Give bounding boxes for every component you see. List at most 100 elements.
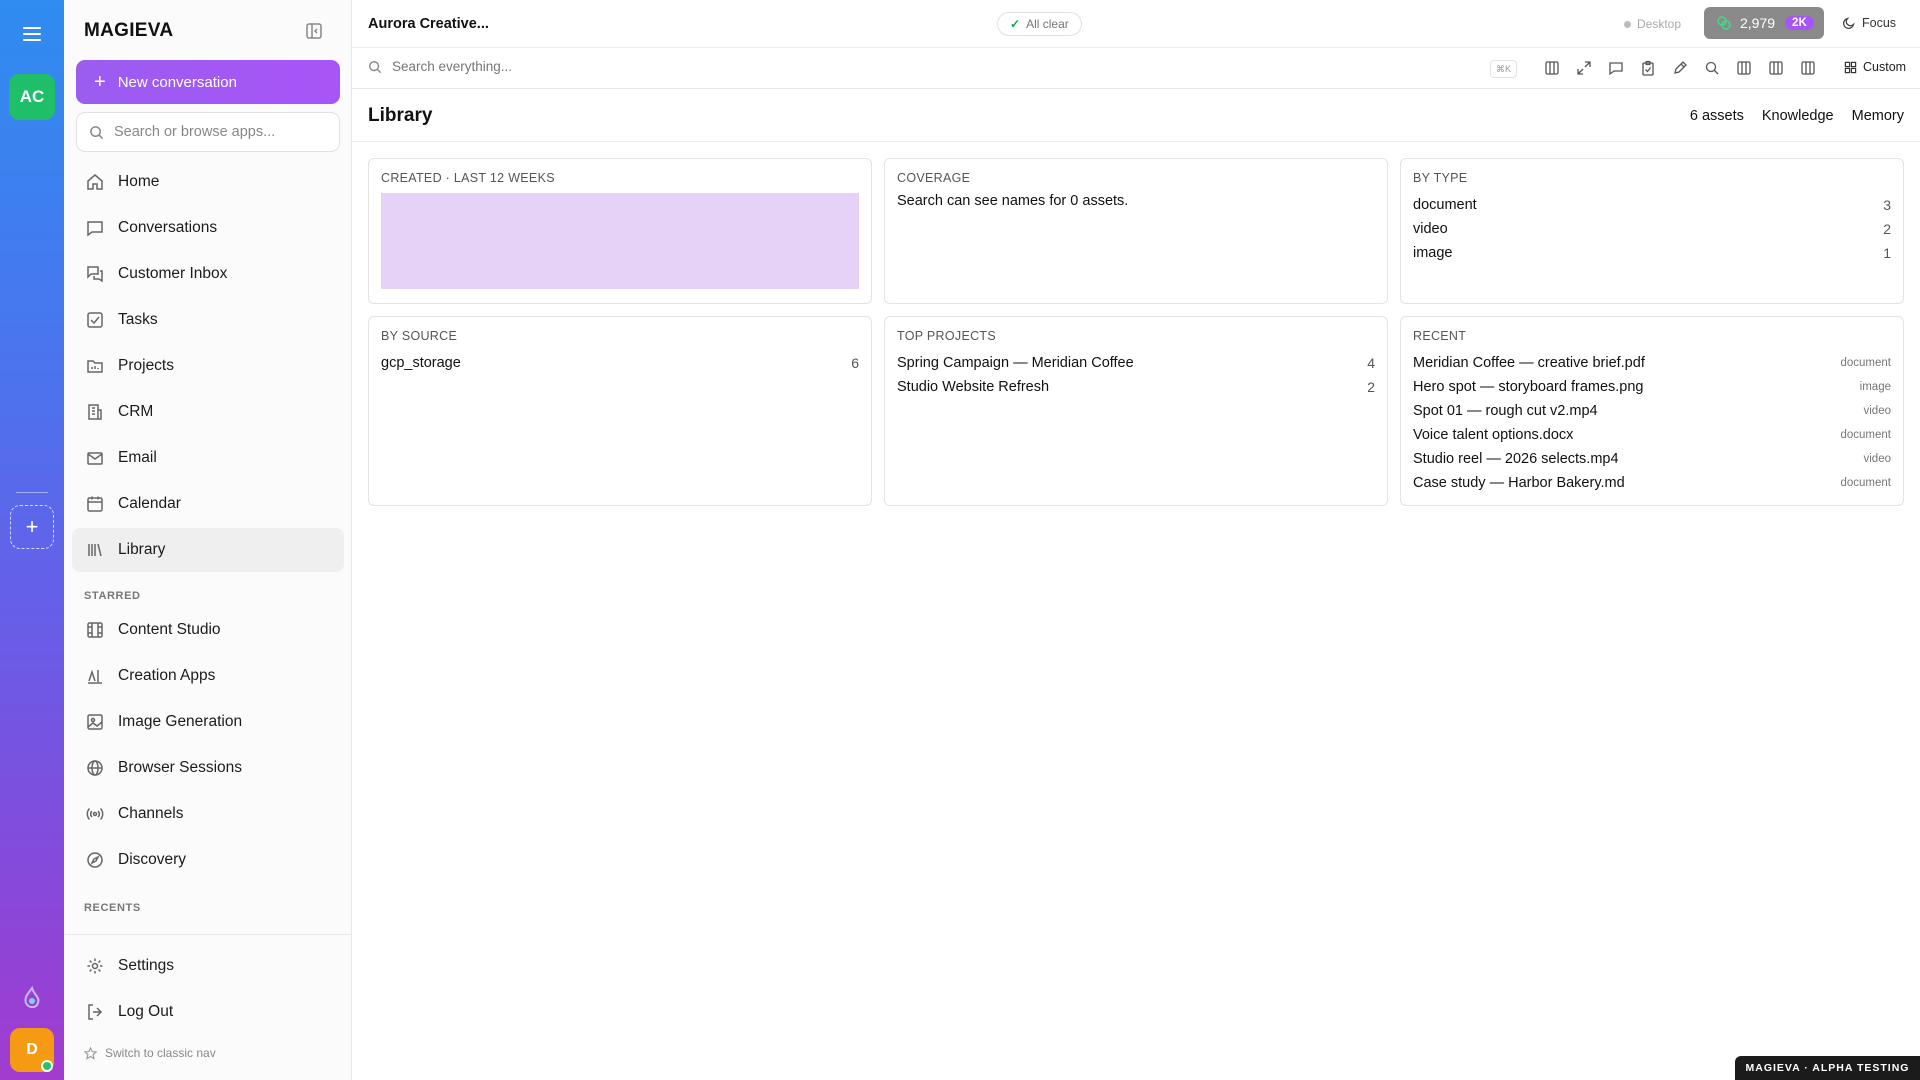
global-search-placeholder: Search everything...: [392, 59, 513, 74]
credits-button[interactable]: 2,979 2K: [1704, 7, 1824, 39]
card-title: COVERAGE: [897, 171, 971, 185]
custom-layout-button[interactable]: Custom: [1844, 60, 1906, 74]
starred-nav: Content Studio Creation Apps Image Gener…: [72, 608, 344, 884]
list-item[interactable]: Meridian Coffee — creative brief.pdf docu…: [1413, 351, 1891, 375]
sidebar-item-content-studio[interactable]: Content Studio: [72, 608, 344, 652]
search-icon: [90, 125, 104, 139]
list-item[interactable]: Studio reel — 2026 selects.mp4 video: [1413, 447, 1891, 471]
primary-nav: Home Conversations Customer Inbox Tasks …: [72, 160, 344, 574]
source-label: gcp_storage: [381, 355, 461, 371]
list-item[interactable]: image 1: [1413, 241, 1891, 265]
sidebar-bottom-divider: [64, 934, 352, 935]
toolbar: Search everything... ⌘K Custom: [352, 48, 1920, 89]
switch-classic-nav-link[interactable]: Switch to classic nav: [84, 1046, 216, 1060]
sidebar-item-settings[interactable]: Settings: [72, 944, 344, 988]
panel-center-icon[interactable]: [1768, 60, 1784, 76]
expand-icon[interactable]: [1576, 60, 1592, 76]
created-card: CREATED · LAST 12 WEEKS: [368, 158, 872, 304]
list-item[interactable]: Studio Website Refresh 2: [897, 375, 1375, 399]
sidebar-item-label: Channels: [118, 805, 184, 822]
list-item[interactable]: document 3: [1413, 193, 1891, 217]
sidebar-item-customer-inbox[interactable]: Customer Inbox: [72, 252, 344, 296]
sidebar-item-label: Calendar: [118, 495, 181, 512]
coins-icon: [1717, 16, 1731, 30]
starred-section-label: STARRED: [84, 590, 141, 602]
tab-knowledge[interactable]: Knowledge: [1762, 108, 1834, 124]
main-panel: Aurora Creative... ✓ All clear Desktop 2…: [352, 0, 1920, 1080]
panel-right-icon[interactable]: [1800, 60, 1816, 76]
sidebar-item-label: Browser Sessions: [118, 759, 243, 776]
sidebar-item-discovery[interactable]: Discovery: [72, 838, 344, 882]
workspace-avatar[interactable]: AC: [9, 74, 55, 120]
top-projects-card: TOP PROJECTS Spring Campaign — Meridian …: [884, 316, 1388, 506]
list-item[interactable]: Case study — Harbor Bakery.md document: [1413, 471, 1891, 495]
apps-icon: [88, 669, 102, 684]
toolbar-icons: [1544, 60, 1816, 76]
tab-assets[interactable]: 6 assets: [1690, 108, 1744, 124]
card-title: CREATED · LAST 12 WEEKS: [381, 171, 555, 185]
list-item[interactable]: video 2: [1413, 217, 1891, 241]
card-title: BY SOURCE: [381, 329, 458, 343]
sidebar-item-library[interactable]: Library: [72, 528, 344, 572]
sidebar-item-logout[interactable]: Log Out: [72, 990, 344, 1034]
sidebar-item-label: Customer Inbox: [118, 265, 228, 282]
library-tabs: 6 assets Knowledge Memory: [1690, 108, 1904, 124]
search-icon: [369, 60, 382, 73]
asset-name: Meridian Coffee — creative brief.pdf: [1413, 355, 1645, 371]
list-item[interactable]: Spring Campaign — Meridian Coffee 4: [897, 351, 1375, 375]
columns-icon[interactable]: [1544, 60, 1560, 76]
clipboard-check-icon[interactable]: [1640, 60, 1656, 76]
list-item[interactable]: Hero spot — storyboard frames.png image: [1413, 375, 1891, 399]
moon-icon: [1842, 17, 1855, 30]
sidebar-item-browser-sessions[interactable]: Browser Sessions: [72, 746, 344, 790]
type-label: video: [1413, 221, 1448, 237]
sidebar-item-tasks[interactable]: Tasks: [72, 298, 344, 342]
sidebar-item-calendar[interactable]: Calendar: [72, 482, 344, 526]
sidebar-item-label: Content Studio: [118, 621, 221, 638]
sidebar-item-image-generation[interactable]: Image Generation: [72, 700, 344, 744]
top-bar: Aurora Creative... ✓ All clear Desktop 2…: [352, 0, 1920, 48]
tab-memory[interactable]: Memory: [1852, 108, 1904, 124]
card-title: TOP PROJECTS: [897, 329, 996, 343]
asset-name: Spot 01 — rough cut v2.mp4: [1413, 403, 1598, 419]
new-conversation-button[interactable]: + New conversation: [76, 60, 340, 104]
hamburger-menu-icon[interactable]: [20, 24, 44, 44]
coverage-card: COVERAGE Search can see names for 0 asse…: [884, 158, 1388, 304]
sidebar-item-label: Conversations: [118, 219, 218, 236]
sidebar-item-email[interactable]: Email: [72, 436, 344, 480]
sidebar-item-channels[interactable]: Channels: [72, 792, 344, 836]
account-nav: Settings Log Out: [72, 944, 344, 1036]
sidebar-item-creation-apps[interactable]: Creation Apps: [72, 654, 344, 698]
comment-icon[interactable]: [1608, 60, 1624, 76]
sidebar-item-conversations[interactable]: Conversations: [72, 206, 344, 250]
sidebar-item-label: CRM: [118, 403, 154, 420]
add-workspace-button[interactable]: +: [10, 505, 54, 549]
credits-badge: 2K: [1785, 16, 1814, 30]
sidebar-search-input[interactable]: Search or browse apps...: [76, 112, 340, 152]
global-search-input[interactable]: Search everything...: [368, 59, 512, 74]
pen-icon[interactable]: [1672, 60, 1688, 76]
list-item[interactable]: gcp_storage 6: [381, 351, 859, 375]
by-type-card: BY TYPE document 3 video 2 image 1: [1400, 158, 1904, 304]
sidebar-item-projects[interactable]: Projects: [72, 344, 344, 388]
sidebar-item-label: Tasks: [118, 311, 158, 328]
sidebar-item-crm[interactable]: CRM: [72, 390, 344, 434]
switch-classic-label: Switch to classic nav: [105, 1046, 216, 1060]
list-item[interactable]: Spot 01 — rough cut v2.mp4 video: [1413, 399, 1891, 423]
sidebar-item-home[interactable]: Home: [72, 160, 344, 204]
calendar-icon: [87, 496, 103, 512]
panel-left-icon[interactable]: [1736, 60, 1752, 76]
search-toolbar-icon[interactable]: [1704, 60, 1720, 76]
type-count: 3: [1883, 197, 1891, 213]
focus-button[interactable]: Focus: [1842, 16, 1896, 30]
collapse-sidebar-icon[interactable]: [305, 22, 323, 40]
list-item[interactable]: Voice talent options.docx document: [1413, 423, 1891, 447]
check-icon: ✓: [1010, 17, 1021, 31]
desktop-indicator[interactable]: Desktop: [1624, 17, 1681, 31]
folder-icon: [87, 360, 103, 373]
grid-icon: [1844, 61, 1857, 73]
status-badge[interactable]: ✓ All clear: [997, 12, 1082, 36]
type-count: 1: [1883, 245, 1891, 261]
card-title: BY TYPE: [1413, 171, 1468, 185]
workspace-title[interactable]: Aurora Creative...: [368, 16, 489, 32]
